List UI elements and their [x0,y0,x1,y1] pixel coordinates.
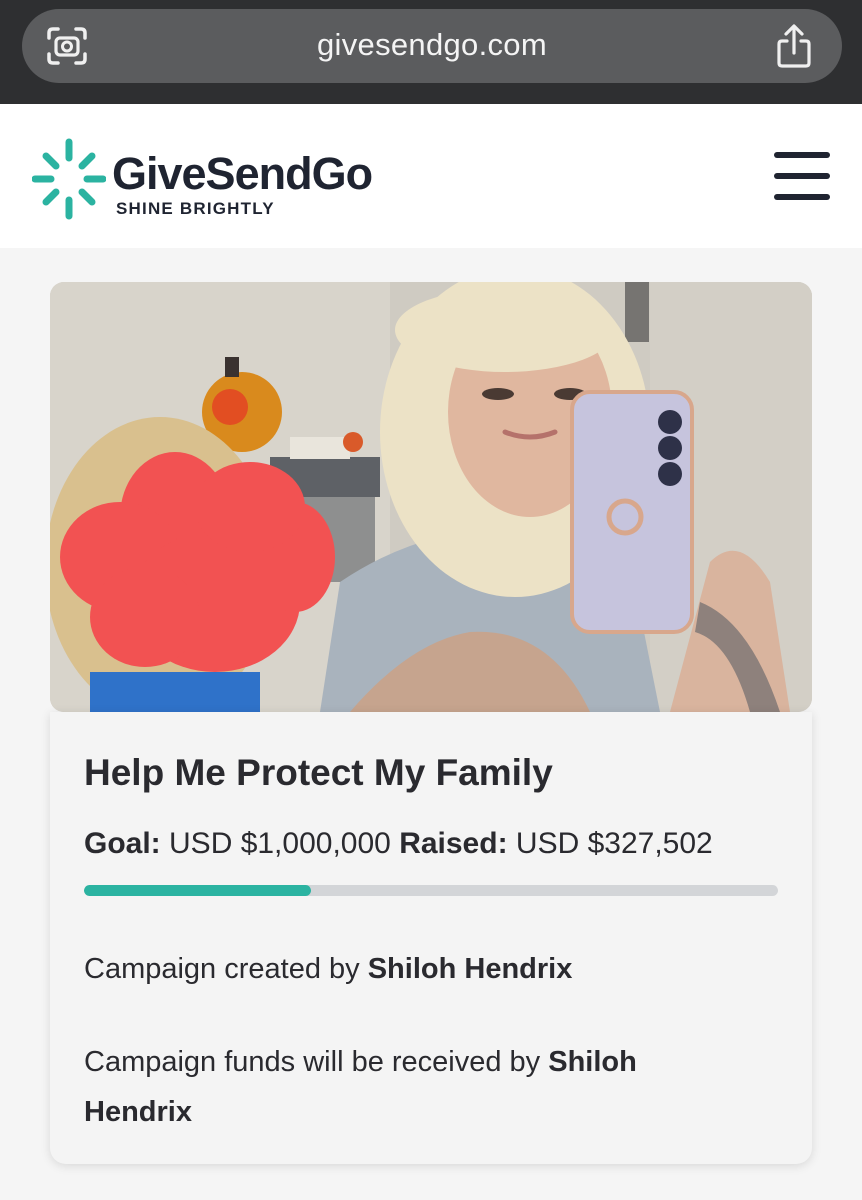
creator-name[interactable]: Shiloh Hendrix [368,953,573,985]
share-icon[interactable] [774,23,814,69]
menu-line [774,173,830,179]
site-header: GiveSendGo SHINE BRIGHTLY [0,104,862,248]
goal-raised-line: Goal: USD $1,000,000 Raised: USD $327,50… [84,827,713,861]
campaign-title[interactable]: Help Me Protect My Family [84,752,553,794]
creator-prefix: Campaign created by [84,953,360,985]
campaign-image[interactable] [50,282,812,712]
campaign-photo [50,282,812,712]
menu-line [774,194,830,200]
progress-bar [84,885,778,896]
menu-line [774,152,830,158]
funds-recipient: Campaign funds will be received by Shilo… [84,1037,744,1137]
raised-value: USD $327,502 [515,827,713,860]
browser-toolbar: givesendgo.com [0,0,862,104]
brand-tagline: SHINE BRIGHTLY [116,199,275,218]
brand-name[interactable]: GiveSendGo [112,148,373,200]
url-text[interactable]: givesendgo.com [22,27,842,63]
goal-value: USD $1,000,000 [169,827,391,860]
raised-label: Raised: [399,827,508,860]
hamburger-menu-icon[interactable] [774,152,830,202]
funds-prefix: Campaign funds will be received by [84,1046,541,1078]
address-bar[interactable]: givesendgo.com [22,9,842,83]
goal-label: Goal: [84,827,161,860]
campaign-creator: Campaign created by Shiloh Hendrix [84,953,572,986]
progress-fill [84,885,312,896]
starburst-logo-icon[interactable] [32,138,106,220]
campaign-card: Help Me Protect My Family Goal: USD $1,0… [50,712,812,1164]
